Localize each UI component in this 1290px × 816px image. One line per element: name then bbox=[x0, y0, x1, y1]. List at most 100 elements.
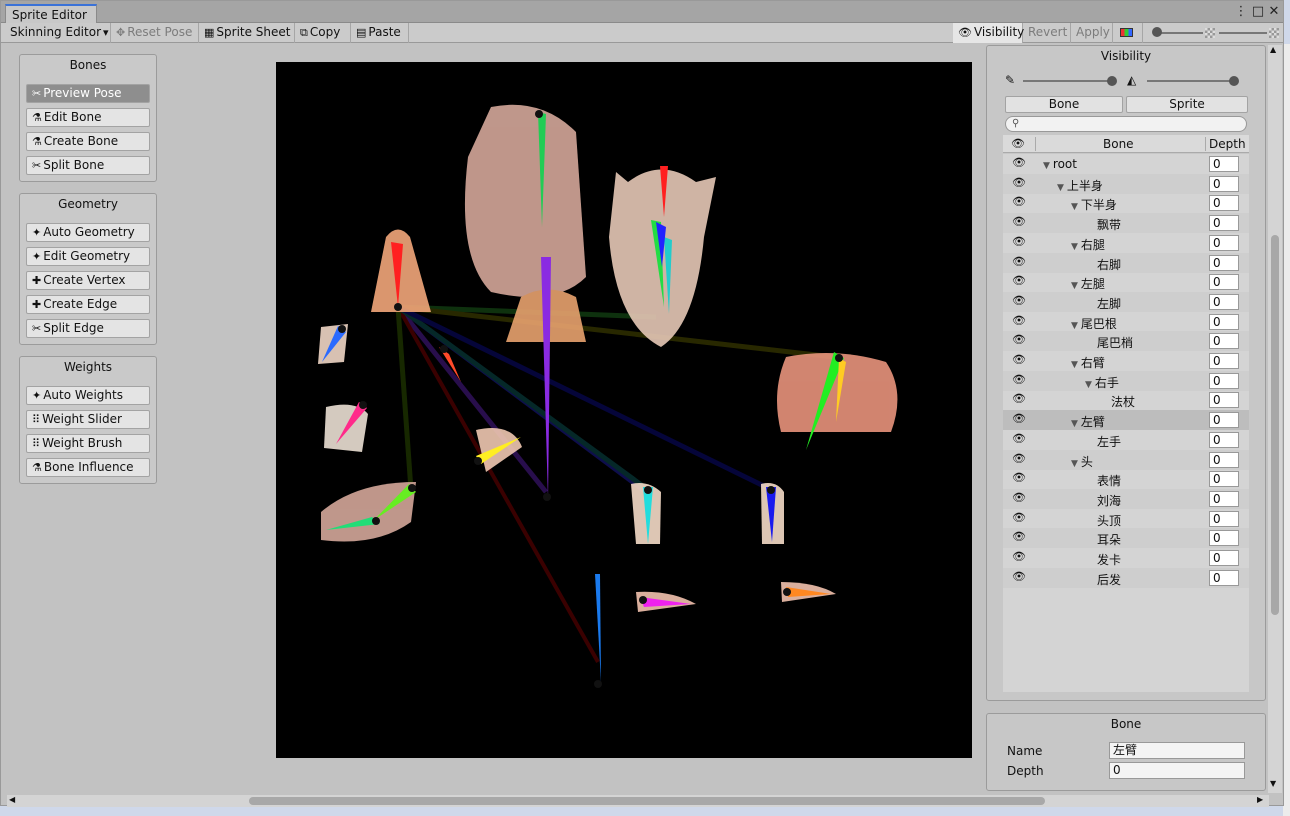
search-input[interactable]: ⚲ bbox=[1005, 116, 1247, 132]
depth-input[interactable]: 0 bbox=[1209, 156, 1239, 172]
visibility-eye-icon[interactable]: 👁 bbox=[1011, 274, 1027, 287]
depth-input[interactable]: 0 bbox=[1209, 333, 1239, 350]
auto-geometry-button[interactable]: ✦ Auto Geometry bbox=[26, 223, 150, 242]
more-menu-icon[interactable]: ⋮ bbox=[1234, 4, 1248, 19]
bone-row[interactable]: 👁 ▼ 右手 0 bbox=[1003, 370, 1249, 391]
expand-arrow-icon[interactable]: ▼ bbox=[1071, 281, 1078, 291]
bone-row[interactable]: 👁 后发 0 bbox=[1003, 567, 1249, 588]
bone-row[interactable]: 👁 ▼ 左腿 0 bbox=[1003, 272, 1249, 292]
depth-input[interactable]: 0 bbox=[1209, 195, 1239, 212]
visibility-eye-icon[interactable]: 👁 bbox=[1011, 412, 1027, 425]
maximize-icon[interactable]: □ bbox=[1251, 4, 1265, 19]
bone-row[interactable]: 👁 左脚 0 bbox=[1003, 291, 1249, 312]
expand-arrow-icon[interactable]: ▼ bbox=[1071, 459, 1078, 469]
horizontal-scroll-thumb[interactable] bbox=[249, 797, 1045, 805]
depth-input[interactable]: 0 bbox=[1209, 313, 1239, 330]
apply-button[interactable]: Apply bbox=[1071, 23, 1113, 43]
weight-slider-button[interactable]: ⠿ Weight Slider bbox=[26, 410, 150, 429]
expand-arrow-icon[interactable]: ▼ bbox=[1071, 202, 1078, 212]
auto-weights-button[interactable]: ✦ Auto Weights bbox=[26, 386, 150, 405]
bone-row[interactable]: 👁 ▼ root 0 bbox=[1003, 154, 1249, 174]
bone-row[interactable]: 👁 头顶 0 bbox=[1003, 509, 1249, 529]
depth-input[interactable]: 0 bbox=[1209, 254, 1239, 271]
edit-geometry-button[interactable]: ✦ Edit Geometry bbox=[26, 247, 150, 266]
bone-row[interactable]: 👁 尾巴梢 0 bbox=[1003, 331, 1249, 352]
alpha-slider[interactable] bbox=[1217, 23, 1269, 43]
visibility-eye-icon[interactable]: 👁 bbox=[1011, 255, 1027, 268]
expand-arrow-icon[interactable]: ▼ bbox=[1085, 380, 1092, 390]
visibility-eye-icon[interactable]: 👁 bbox=[1011, 471, 1027, 484]
horizontal-scrollbar[interactable]: ◀ ▶ bbox=[7, 795, 1269, 807]
visibility-eye-icon[interactable]: 👁 bbox=[1011, 373, 1027, 386]
expand-arrow-icon[interactable]: ▼ bbox=[1043, 161, 1050, 171]
mode-dropdown[interactable]: Skinning Editor ▾ bbox=[5, 23, 111, 43]
bone-row[interactable]: 👁 ▼ 右臂 0 bbox=[1003, 351, 1249, 371]
bone-row[interactable]: 👁 法杖 0 bbox=[1003, 390, 1249, 410]
bone-row[interactable]: 👁 ▼ 尾巴根 0 bbox=[1003, 312, 1249, 332]
visibility-eye-icon[interactable]: 👁 bbox=[1011, 314, 1027, 327]
visibility-eye-icon[interactable]: 👁 bbox=[1011, 156, 1027, 169]
expand-arrow-icon[interactable]: ▼ bbox=[1071, 360, 1078, 370]
bone-row[interactable]: 👁 耳朵 0 bbox=[1003, 528, 1249, 549]
bone-row[interactable]: 👁 左手 0 bbox=[1003, 430, 1249, 450]
visibility-eye-icon[interactable]: 👁 bbox=[1011, 333, 1027, 346]
depth-input[interactable]: 0 bbox=[1209, 293, 1239, 310]
expand-arrow-icon[interactable]: ▼ bbox=[1057, 183, 1064, 193]
bone-row[interactable]: 👁 ▼ 左臂 0 bbox=[1003, 410, 1249, 431]
depth-input[interactable]: 0 bbox=[1209, 530, 1239, 547]
visibility-eye-icon[interactable]: 👁 bbox=[1011, 432, 1027, 445]
bone-row[interactable]: 👁 飘带 0 bbox=[1003, 213, 1249, 234]
visibility-eye-icon[interactable]: 👁 bbox=[1011, 550, 1027, 563]
bone-row[interactable]: 👁 发卡 0 bbox=[1003, 548, 1249, 568]
split-edge-button[interactable]: ✂ Split Edge bbox=[26, 319, 150, 338]
visibility-eye-icon[interactable]: 👁 bbox=[1011, 452, 1027, 465]
visibility-eye-icon[interactable]: 👁 bbox=[1011, 215, 1027, 228]
depth-input[interactable]: 0 bbox=[1209, 234, 1239, 251]
visibility-eye-icon[interactable]: 👁 bbox=[1011, 491, 1027, 504]
create-edge-button[interactable]: ✚ Create Edge bbox=[26, 295, 150, 314]
create-vertex-button[interactable]: ✚ Create Vertex bbox=[26, 271, 150, 290]
scroll-up-icon[interactable]: ▲ bbox=[1270, 45, 1276, 54]
zoom-slider-knob[interactable] bbox=[1152, 27, 1162, 37]
bone-row[interactable]: 👁 表情 0 bbox=[1003, 469, 1249, 489]
visibility-toggle[interactable]: 👁 Visibility bbox=[953, 23, 1024, 43]
bone-row[interactable]: 👁 刘海 0 bbox=[1003, 488, 1249, 509]
color-mode-toggle[interactable] bbox=[1115, 23, 1143, 43]
depth-input[interactable]: 0 bbox=[1209, 550, 1239, 566]
weight-brush-button[interactable]: ⠿ Weight Brush bbox=[26, 434, 150, 453]
bone-opacity-slider[interactable] bbox=[1023, 74, 1117, 88]
depth-input[interactable]: 0 bbox=[1209, 569, 1239, 586]
bone-row[interactable]: 👁 ▼ 头 0 bbox=[1003, 449, 1249, 470]
header-eye-icon[interactable]: 👁 bbox=[1011, 137, 1025, 150]
expand-arrow-icon[interactable]: ▼ bbox=[1071, 242, 1078, 252]
depth-input[interactable]: 0 bbox=[1209, 451, 1239, 468]
expand-arrow-icon[interactable]: ▼ bbox=[1071, 419, 1078, 429]
scroll-right-icon[interactable]: ▶ bbox=[1257, 795, 1263, 804]
visibility-eye-icon[interactable]: 👁 bbox=[1011, 570, 1027, 583]
visibility-eye-icon[interactable]: 👁 bbox=[1011, 353, 1027, 366]
copy-button[interactable]: ⧉ Copy bbox=[295, 23, 351, 43]
depth-input[interactable]: 0 bbox=[1209, 431, 1239, 448]
depth-input[interactable]: 0 bbox=[1209, 510, 1239, 527]
bone-name-field[interactable]: 左臂 bbox=[1109, 742, 1245, 759]
visibility-eye-icon[interactable]: 👁 bbox=[1011, 530, 1027, 543]
tab-bone[interactable]: Bone bbox=[1005, 96, 1123, 113]
zoom-slider[interactable] bbox=[1151, 23, 1203, 43]
bone-row[interactable]: 👁 ▼ 上半身 0 bbox=[1003, 173, 1249, 194]
vertical-scrollbar[interactable]: ▲ ▼ bbox=[1268, 45, 1282, 793]
bone-row[interactable]: 👁 ▼ 下半身 0 bbox=[1003, 193, 1249, 213]
mesh-opacity-knob[interactable] bbox=[1229, 76, 1239, 86]
scroll-down-icon[interactable]: ▼ bbox=[1270, 779, 1276, 788]
bone-opacity-knob[interactable] bbox=[1107, 76, 1117, 86]
visibility-eye-icon[interactable]: 👁 bbox=[1011, 511, 1027, 524]
bone-depth-field[interactable]: 0 bbox=[1109, 762, 1245, 779]
col-bone-header[interactable]: Bone bbox=[1103, 137, 1134, 151]
depth-input[interactable]: 0 bbox=[1209, 372, 1239, 389]
tab-sprite-editor[interactable]: Sprite Editor bbox=[5, 4, 97, 23]
depth-input[interactable]: 0 bbox=[1209, 215, 1239, 232]
paste-button[interactable]: ▤ Paste bbox=[351, 23, 409, 43]
depth-input[interactable]: 0 bbox=[1209, 274, 1239, 291]
reset-pose-button[interactable]: ✥ Reset Pose bbox=[111, 23, 199, 43]
depth-input[interactable]: 0 bbox=[1209, 392, 1239, 409]
sprite-sheet-button[interactable]: ▦ Sprite Sheet bbox=[199, 23, 295, 43]
